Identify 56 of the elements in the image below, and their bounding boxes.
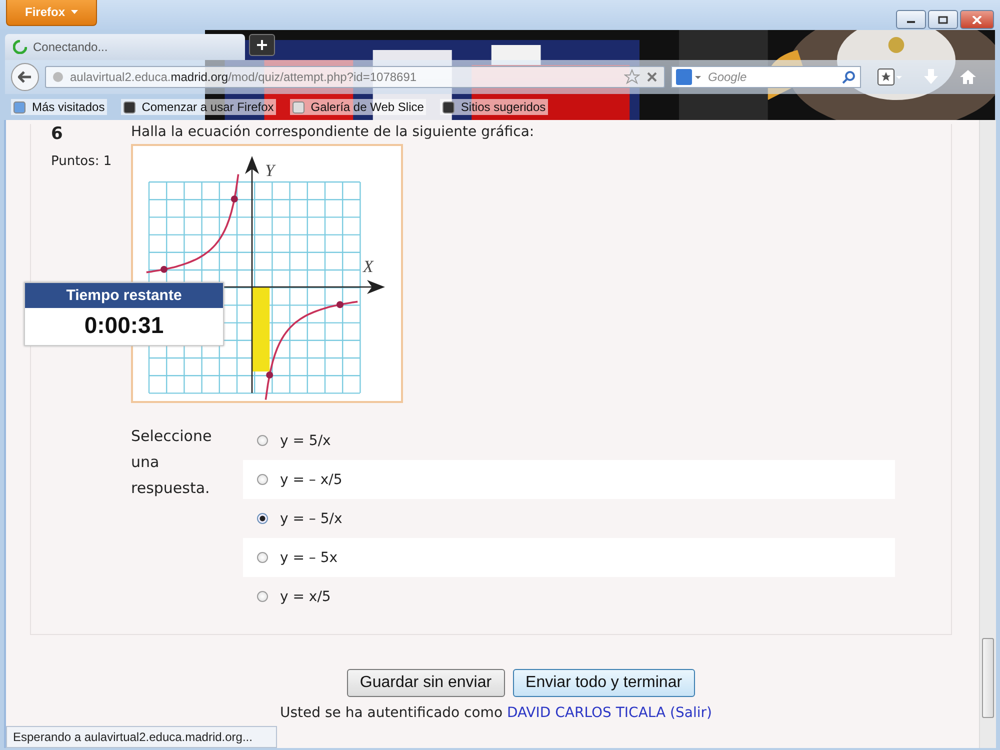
search-field[interactable]: Google [671, 66, 861, 88]
timer-value: 0:00:31 [83, 311, 165, 340]
minimize-button[interactable] [896, 10, 926, 29]
timer-title: Tiempo restante [25, 283, 223, 308]
radio-button[interactable] [257, 435, 268, 446]
logout-link[interactable]: (Salir) [670, 705, 712, 721]
stop-icon[interactable] [646, 71, 658, 83]
radio-button[interactable] [257, 474, 268, 485]
close-button[interactable] [960, 10, 994, 29]
bookmark-link[interactable]: Galería de Web Slice [290, 99, 426, 115]
close-icon [972, 16, 982, 24]
bookmark-icon [292, 100, 305, 114]
login-info: Usted se ha autentificado como DAVID CARLOS TICALA (Salir) [280, 705, 713, 721]
radio-button[interactable] [257, 513, 268, 524]
submit-button[interactable]: Enviar todo y terminar [512, 669, 696, 697]
radio-button[interactable] [257, 591, 268, 602]
user-link[interactable]: DAVID CARLOS TICALA [506, 705, 666, 721]
bookmark-icon [122, 100, 136, 114]
radio-button[interactable] [257, 552, 268, 563]
option-label: y = x/5 [280, 588, 331, 604]
bookmark-link[interactable]: Más visitados [11, 99, 107, 115]
browser-tab[interactable]: Conectando... [5, 34, 245, 60]
x-axis-label: X [363, 257, 374, 276]
points-label: Puntos: 1 [51, 154, 113, 169]
bookmark-link[interactable]: Sitios sugeridos [440, 99, 548, 115]
bookmark-star-icon[interactable] [624, 69, 640, 85]
maximize-button[interactable] [928, 10, 958, 29]
bookmark-icon [13, 100, 26, 114]
curve-point [230, 196, 238, 202]
bookmark-link[interactable]: Comenzar a usar Firefox [120, 99, 276, 115]
option-label: y = – x/5 [280, 472, 342, 488]
google-engine-icon[interactable] [676, 69, 702, 85]
back-button[interactable] [11, 63, 39, 91]
new-tab-button[interactable] [249, 34, 275, 56]
question-text: Halla la ecuación correspondiente de la siguiente gráfica: [131, 124, 536, 140]
save-button[interactable]: Guardar sin enviar [346, 669, 505, 697]
curve-point [160, 266, 168, 273]
scrollbar[interactable] [979, 120, 996, 748]
search-input[interactable]: Google [706, 69, 838, 85]
plus-icon [257, 40, 267, 50]
answer-prompt: Seleccione una respuesta. [131, 426, 213, 499]
maximize-icon [938, 16, 948, 24]
bookmark-icon [442, 100, 455, 114]
caret-icon [71, 10, 78, 14]
curve-point [266, 372, 274, 378]
option-label: y = – 5/x [280, 510, 342, 526]
question-number: 6 [51, 124, 64, 144]
curve-point [336, 301, 344, 308]
search-icon[interactable] [842, 70, 856, 84]
y-axis-label: Y [265, 161, 274, 180]
option-label: y = – 5x [280, 550, 338, 566]
back-arrow-icon [18, 71, 32, 83]
address-field[interactable]: aulavirtual2.educa.madrid.org/mod/quiz/attempt.php?id=1078691 [45, 66, 665, 88]
status-bar: Esperando a aulavirtual2.educa.madrid.org... [6, 726, 278, 748]
option-label: y = 5/x [280, 432, 331, 448]
loading-spinner-icon [13, 40, 27, 54]
